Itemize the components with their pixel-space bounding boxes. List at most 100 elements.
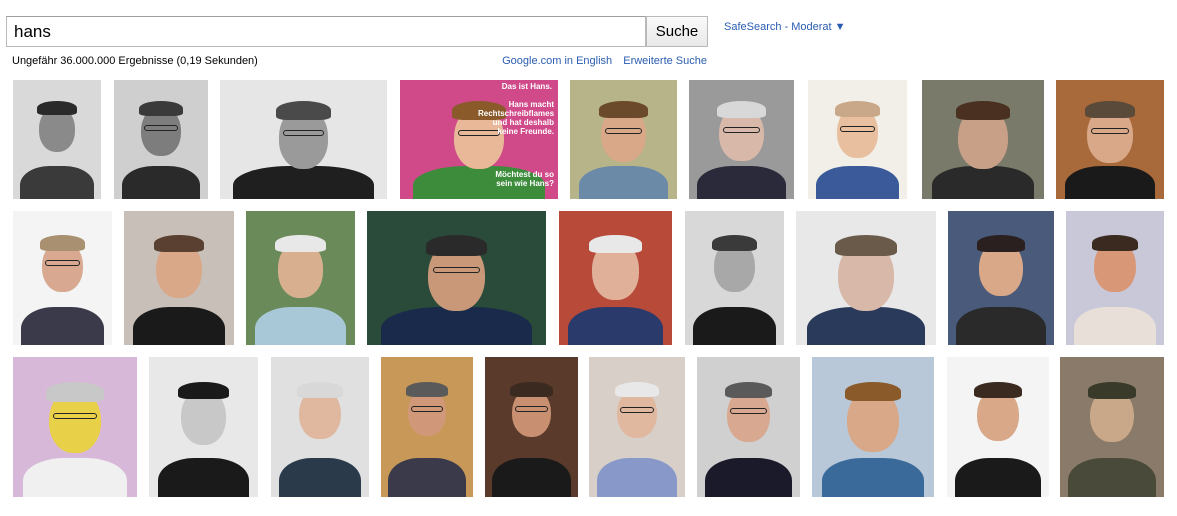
portrait-hair bbox=[178, 382, 229, 400]
meme-caption-3: Möchtest du so sein wie Hans? bbox=[495, 170, 554, 188]
portrait-body bbox=[1073, 307, 1157, 345]
portrait-body bbox=[20, 307, 105, 345]
image-result[interactable] bbox=[922, 80, 1044, 199]
glasses-icon bbox=[144, 124, 178, 131]
glasses-icon bbox=[410, 406, 444, 413]
glasses-icon bbox=[282, 129, 325, 136]
portrait-hair bbox=[834, 101, 881, 117]
portrait-body bbox=[697, 165, 786, 199]
image-result[interactable] bbox=[1066, 211, 1164, 345]
portrait-hair bbox=[717, 101, 766, 118]
portrait-body bbox=[596, 457, 678, 497]
portrait-hair bbox=[974, 382, 1022, 399]
image-result[interactable] bbox=[685, 211, 784, 345]
portrait-body bbox=[931, 165, 1035, 199]
portrait-body bbox=[815, 165, 900, 199]
portrait-body bbox=[821, 457, 925, 497]
safesearch-dropdown[interactable]: SafeSearch - Moderat ▼ bbox=[724, 21, 846, 33]
portrait-hair bbox=[614, 382, 660, 398]
portrait-hair bbox=[276, 101, 331, 121]
portrait-hair bbox=[835, 235, 897, 257]
portrait-body bbox=[1064, 165, 1156, 199]
glasses-icon bbox=[722, 127, 760, 134]
portrait-body bbox=[705, 457, 792, 497]
portrait-body bbox=[121, 165, 201, 199]
portrait-hair bbox=[1092, 235, 1138, 251]
portrait-body bbox=[22, 457, 128, 497]
portrait-body bbox=[955, 457, 1041, 497]
search-input[interactable] bbox=[6, 16, 646, 47]
image-search-page: Suche SafeSearch - Moderat ▼ Ungefähr 36… bbox=[0, 0, 1177, 516]
image-result[interactable] bbox=[1056, 80, 1164, 199]
advanced-search-link[interactable]: Erweiterte Suche bbox=[623, 55, 707, 67]
portrait-hair bbox=[510, 382, 553, 397]
image-result[interactable] bbox=[485, 357, 578, 497]
glasses-icon bbox=[1090, 127, 1130, 134]
image-result[interactable] bbox=[689, 80, 794, 199]
image-result[interactable] bbox=[381, 357, 473, 497]
search-button[interactable]: Suche bbox=[646, 16, 708, 47]
image-result[interactable] bbox=[220, 80, 387, 199]
glasses-icon bbox=[515, 406, 548, 413]
portrait-body bbox=[1068, 457, 1156, 497]
portrait-hair bbox=[589, 235, 642, 253]
portrait-body bbox=[807, 307, 925, 345]
portrait-body bbox=[388, 457, 466, 497]
image-result[interactable] bbox=[697, 357, 800, 497]
portrait-hair bbox=[425, 235, 488, 257]
portrait-hair bbox=[598, 101, 649, 119]
image-result[interactable] bbox=[948, 211, 1054, 345]
portrait-body bbox=[568, 307, 663, 345]
image-result[interactable] bbox=[947, 357, 1049, 497]
portrait-hair bbox=[36, 101, 78, 116]
portrait-body bbox=[233, 165, 374, 199]
portrait-body bbox=[578, 165, 669, 199]
portrait-body bbox=[157, 457, 250, 497]
portrait-hair bbox=[297, 382, 343, 398]
portrait-body bbox=[278, 457, 362, 497]
glasses-icon bbox=[730, 408, 767, 415]
portrait-body bbox=[254, 307, 347, 345]
portrait-body bbox=[20, 165, 94, 199]
portrait-hair bbox=[405, 382, 449, 397]
portrait-hair bbox=[711, 235, 758, 251]
image-result[interactable] bbox=[559, 211, 672, 345]
image-result[interactable] bbox=[808, 80, 907, 199]
portrait-hair bbox=[39, 235, 86, 251]
portrait-hair bbox=[46, 382, 104, 402]
portrait-hair bbox=[955, 101, 1011, 121]
image-result[interactable]: Das ist Hans. Hans macht Rechtschreibflam… bbox=[400, 80, 558, 199]
glasses-icon bbox=[45, 260, 80, 267]
portrait-hair bbox=[724, 382, 773, 399]
portrait-hair bbox=[1087, 382, 1137, 399]
meme-caption-1: Das ist Hans. bbox=[501, 82, 552, 91]
portrait-body bbox=[381, 307, 532, 345]
portrait-hair bbox=[275, 235, 326, 253]
image-result[interactable] bbox=[246, 211, 355, 345]
portrait-body bbox=[132, 307, 226, 345]
image-result[interactable] bbox=[124, 211, 234, 345]
portrait-hair bbox=[1085, 101, 1135, 119]
image-result[interactable] bbox=[570, 80, 677, 199]
top-links: Google.com in English Erweiterte Suche bbox=[494, 55, 707, 67]
image-result[interactable] bbox=[589, 357, 685, 497]
image-result[interactable] bbox=[812, 357, 934, 497]
portrait-body bbox=[492, 457, 571, 497]
image-result[interactable] bbox=[1060, 357, 1164, 497]
image-result[interactable] bbox=[13, 357, 137, 497]
glasses-icon bbox=[53, 412, 97, 419]
meme-caption-2: Hans macht Rechtschreibflames und hat de… bbox=[478, 100, 555, 136]
image-result[interactable] bbox=[13, 80, 101, 199]
image-result[interactable] bbox=[13, 211, 112, 345]
glasses-icon bbox=[604, 127, 643, 134]
image-result[interactable] bbox=[271, 357, 369, 497]
portrait-body bbox=[692, 307, 777, 345]
image-result[interactable] bbox=[114, 80, 208, 199]
image-result[interactable] bbox=[796, 211, 936, 345]
glasses-icon bbox=[432, 267, 481, 274]
portrait-hair bbox=[976, 235, 1026, 252]
image-result[interactable] bbox=[367, 211, 546, 345]
english-link[interactable]: Google.com in English bbox=[502, 55, 612, 67]
image-result[interactable] bbox=[149, 357, 258, 497]
result-stats: Ungefähr 36.000.000 Ergebnisse (0,19 Sek… bbox=[12, 55, 258, 67]
